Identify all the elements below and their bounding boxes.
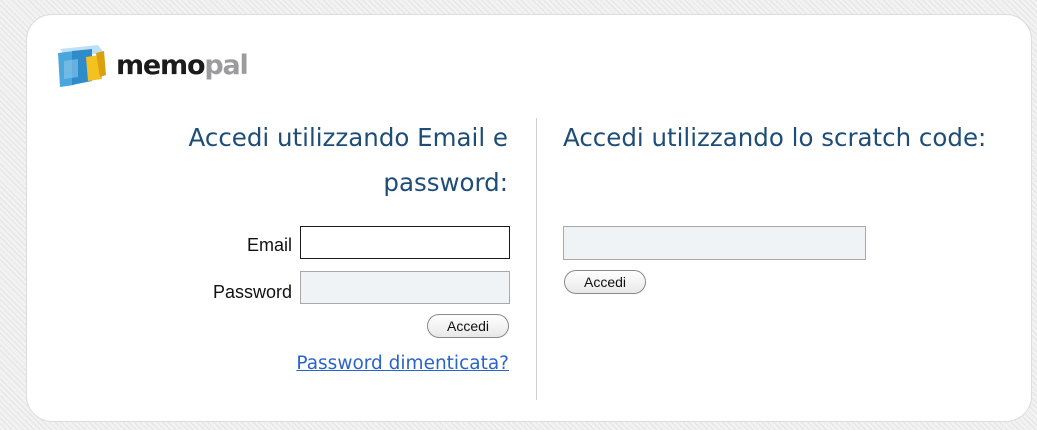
- email-login-heading: Accedi utilizzando Email e password:: [188, 123, 508, 197]
- forgot-password-link[interactable]: Password dimenticata?: [296, 353, 509, 374]
- email-login-button[interactable]: Accedi: [427, 314, 509, 338]
- logo-text-pal: pal: [204, 49, 248, 81]
- logo-text-memo: memo: [116, 49, 206, 81]
- logo-wordmark: memopal: [116, 49, 249, 81]
- scratch-code-input[interactable]: [563, 226, 866, 260]
- email-input[interactable]: [300, 226, 510, 259]
- column-divider: [536, 118, 537, 400]
- email-label: Email: [246, 235, 292, 255]
- password-input[interactable]: [300, 271, 510, 304]
- logo[interactable]: memopal: [52, 40, 249, 90]
- scratch-login-heading: Accedi utilizzando lo scratch code:: [563, 123, 987, 152]
- scratch-login-button[interactable]: Accedi: [564, 270, 646, 294]
- password-label: Password: [212, 282, 292, 302]
- memopal-cube-icon: [52, 41, 110, 89]
